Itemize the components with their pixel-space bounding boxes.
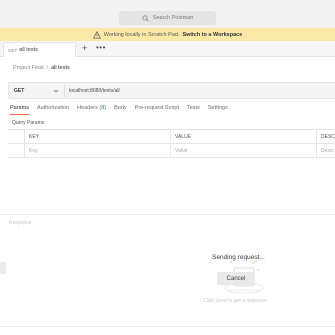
bottom-divider (0, 326, 335, 327)
key-column-header: KEY (24, 130, 170, 143)
tab-body[interactable]: Body (114, 105, 127, 115)
key-input[interactable]: Key (24, 144, 170, 157)
sending-request-status: Sending request... (211, 254, 266, 261)
request-subtabs: Params Authorization Headers (8) Body Pr… (10, 105, 236, 115)
request-tabs-bar: GET all texts (0, 41, 335, 57)
tab-headers[interactable]: Headers (8) (77, 105, 106, 115)
table-header-row: KEY VALUE DESCR (8, 130, 335, 144)
top-bar: Search Postman (0, 0, 335, 28)
search-icon (142, 14, 149, 22)
value-column-header: VALUE (170, 130, 316, 143)
response-divider[interactable] (0, 214, 335, 215)
breadcrumb-project[interactable]: Project Final (13, 65, 44, 71)
divider (64, 85, 65, 97)
switch-workspace-link[interactable]: Switch to a Workspace (182, 32, 242, 38)
tab-params[interactable]: Params (10, 105, 29, 115)
query-params-table: KEY VALUE DESCR Key Value Descr (8, 129, 335, 158)
request-tab-all-texts[interactable]: GET all texts (3, 42, 76, 57)
tab-title: all texts (19, 47, 38, 53)
breadcrumb: Project Final / all texts (13, 65, 70, 71)
banner-text: Working locally in Scratch Pad. (103, 31, 180, 38)
search-bar[interactable]: Search Postman (119, 11, 216, 25)
scratch-pad-banner: Working locally in Scratch Pad. Switch t… (0, 28, 335, 41)
description-input[interactable]: Descr (316, 144, 335, 157)
headers-count-badge: (8) (99, 105, 107, 111)
tab-authorization[interactable]: Authorization (37, 105, 69, 115)
table-row: Key Value Descr (8, 144, 335, 158)
tab-method: GET (8, 47, 18, 53)
tab-headers-label: Headers (77, 105, 98, 111)
chevron-down-icon[interactable] (53, 88, 59, 94)
sidebar-toggle-handle[interactable] (0, 262, 6, 274)
row-checkbox-cell (8, 144, 24, 157)
method-select[interactable]: GET (14, 88, 24, 94)
tab-pre-request-script[interactable]: Pre-request Script (135, 105, 179, 115)
more-tabs-button[interactable]: ••• (96, 43, 106, 52)
request-url-bar: GET localhost:8080/texts/all (8, 82, 335, 99)
cancel-button[interactable]: Cancel (217, 272, 255, 285)
url-input[interactable]: localhost:8080/texts/all (69, 88, 120, 94)
checkbox-column-header (8, 130, 24, 143)
query-params-title: Query Params (12, 120, 45, 126)
response-label: Response (9, 220, 32, 226)
warning-icon (92, 30, 101, 39)
new-tab-button[interactable]: + (82, 43, 87, 53)
send-hint-text: Click Send to get a response (203, 298, 267, 304)
tab-settings[interactable]: Settings (208, 105, 228, 115)
breadcrumb-separator: / (46, 65, 49, 71)
search-placeholder: Search Postman (152, 15, 194, 21)
description-column-header: DESCR (316, 130, 335, 143)
breadcrumb-current[interactable]: all texts (51, 65, 70, 71)
value-input[interactable]: Value (170, 144, 316, 157)
tab-tests[interactable]: Tests (187, 105, 200, 115)
